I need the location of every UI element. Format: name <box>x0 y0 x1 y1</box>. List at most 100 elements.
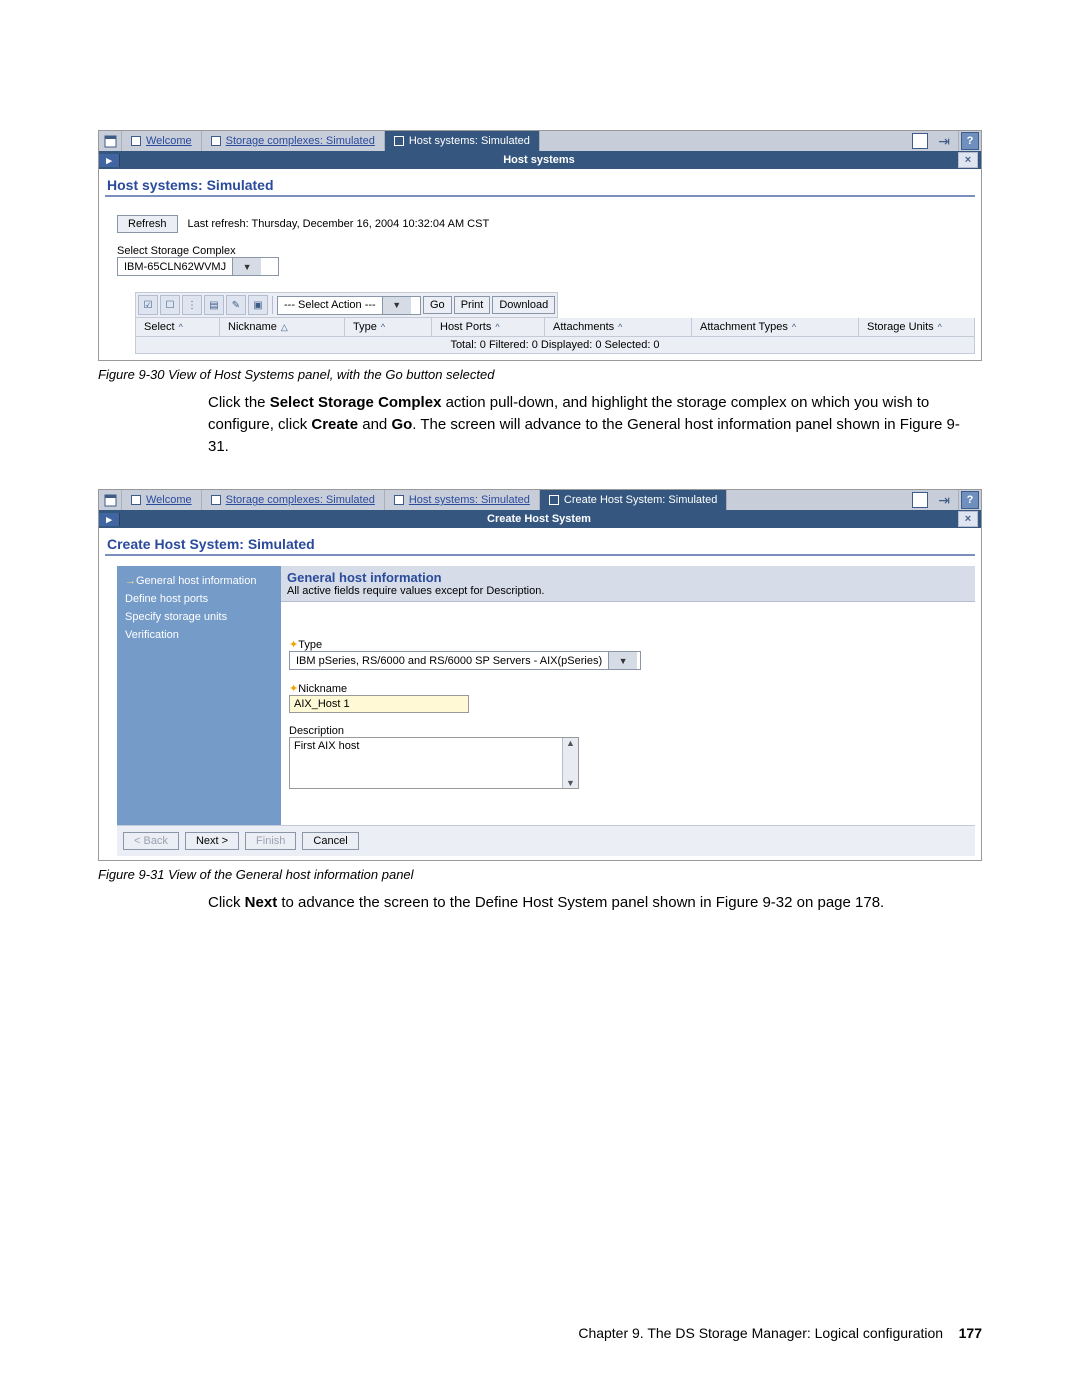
cancel-button[interactable]: Cancel <box>302 832 358 850</box>
settings-icon[interactable]: ▣ <box>248 295 268 315</box>
textarea-value: First AIX host <box>294 740 359 752</box>
step-define-host-ports[interactable]: Define host ports <box>125 590 273 608</box>
col-host-ports[interactable]: Host Ports^ <box>432 318 545 336</box>
col-attachment-types[interactable]: Attachment Types^ <box>692 318 859 336</box>
col-storage-units[interactable]: Storage Units^ <box>859 318 974 336</box>
deselect-all-icon[interactable]: ☐ <box>160 295 180 315</box>
finish-button[interactable]: Finish <box>245 832 296 850</box>
dropdown-value: --- Select Action --- <box>278 299 382 311</box>
sort-icon: ^ <box>618 322 622 332</box>
notepad-icon[interactable] <box>912 133 928 149</box>
square-icon <box>211 495 221 505</box>
col-type[interactable]: Type^ <box>345 318 432 336</box>
tab-label: Storage complexes: Simulated <box>226 494 375 506</box>
download-button[interactable]: Download <box>492 296 555 314</box>
tab-create-host-system[interactable]: Create Host System: Simulated <box>540 490 727 510</box>
col-nickname[interactable]: Nickname△ <box>220 318 345 336</box>
expand-rows-icon[interactable]: ⋮ <box>182 295 202 315</box>
table-header: Select^ Nickname△ Type^ Host Ports^ Atta… <box>135 318 975 337</box>
step-general-host-info[interactable]: General host information <box>125 572 273 590</box>
tab-storage-complexes[interactable]: Storage complexes: Simulated <box>202 131 385 151</box>
tab-label: Host systems: Simulated <box>409 135 530 147</box>
panel-header-bar: ▸ Host systems × <box>99 151 981 169</box>
exit-icon[interactable]: ⇥ <box>938 133 950 150</box>
sort-icon: ^ <box>179 322 183 332</box>
body-paragraph: Click the Select Storage Complex action … <box>208 392 968 457</box>
scrollbar[interactable]: ▲▼ <box>562 738 578 788</box>
tab-welcome[interactable]: Welcome <box>122 131 202 151</box>
nickname-label: Nickname <box>298 683 347 695</box>
square-icon <box>394 136 404 146</box>
help-button[interactable]: ? <box>961 132 979 150</box>
description-textarea[interactable]: First AIX host ▲▼ <box>289 737 579 789</box>
square-icon <box>131 136 141 146</box>
required-star-icon: ✦ <box>289 639 298 651</box>
page-number: 177 <box>959 1325 982 1341</box>
wizard-section-header: General host information All active fiel… <box>281 566 975 602</box>
figure-caption: Figure 9-30 View of Host Systems panel, … <box>98 367 982 382</box>
next-button[interactable]: Next > <box>185 832 239 850</box>
wizard-steps: General host information Define host por… <box>117 566 281 825</box>
print-button[interactable]: Print <box>454 296 491 314</box>
tab-host-systems[interactable]: Host systems: Simulated <box>385 490 540 510</box>
close-panel-button[interactable]: × <box>958 152 978 168</box>
figure-9-30: Welcome Storage complexes: Simulated Hos… <box>98 130 982 361</box>
help-button[interactable]: ? <box>961 491 979 509</box>
col-attachments[interactable]: Attachments^ <box>545 318 692 336</box>
step-specify-storage-units[interactable]: Specify storage units <box>125 608 273 626</box>
select-storage-complex-label: Select Storage Complex <box>117 245 975 257</box>
step-verification[interactable]: Verification <box>125 626 273 644</box>
exit-icon[interactable]: ⇥ <box>938 492 950 509</box>
type-label: Type <box>298 639 322 651</box>
go-button[interactable]: Go <box>423 296 452 314</box>
sort-icon: ^ <box>792 322 796 332</box>
body-paragraph: Click Next to advance the screen to the … <box>208 892 968 914</box>
chevron-down-icon: ▼ <box>382 297 411 314</box>
tab-label: Welcome <box>146 494 192 506</box>
last-refresh-text: Last refresh: Thursday, December 16, 200… <box>188 218 490 230</box>
nickname-input[interactable] <box>289 695 469 713</box>
panel-title: Create Host System: Simulated <box>105 532 975 556</box>
scroll-down-icon: ▼ <box>566 778 575 788</box>
tab-bar: Welcome Storage complexes: Simulated Hos… <box>99 490 981 510</box>
square-icon <box>131 495 141 505</box>
sort-icon: ^ <box>938 322 942 332</box>
filter-icon[interactable]: ▤ <box>204 295 224 315</box>
figure-caption: Figure 9-31 View of the General host inf… <box>98 867 982 882</box>
storage-complex-dropdown[interactable]: IBM-65CLN62WVMJ ▼ <box>117 257 279 276</box>
scroll-up-icon: ▲ <box>566 738 575 748</box>
notepad-icon[interactable] <box>912 492 928 508</box>
tab-label: Welcome <box>146 135 192 147</box>
type-dropdown[interactable]: IBM pSeries, RS/6000 and RS/6000 SP Serv… <box>289 651 641 670</box>
action-dropdown[interactable]: --- Select Action --- ▼ <box>277 296 421 315</box>
section-subtitle: All active fields require values except … <box>287 585 969 597</box>
refresh-button[interactable]: Refresh <box>117 215 178 233</box>
col-select[interactable]: Select^ <box>136 318 220 336</box>
panel-header-bar: ▸ Create Host System × <box>99 510 981 528</box>
back-button[interactable]: < Back <box>123 832 179 850</box>
square-icon <box>211 136 221 146</box>
chevron-down-icon: ▼ <box>232 258 261 275</box>
wizard-buttons: < Back Next > Finish Cancel <box>117 825 975 856</box>
window-menu-icon[interactable] <box>99 490 122 510</box>
expand-icon[interactable]: ▸ <box>99 513 120 526</box>
tab-welcome[interactable]: Welcome <box>122 490 202 510</box>
panel-header-title: Host systems <box>120 154 958 166</box>
sort-icon: ^ <box>381 322 385 332</box>
table-status: Total: 0 Filtered: 0 Displayed: 0 Select… <box>135 337 975 354</box>
page-footer: Chapter 9. The DS Storage Manager: Logic… <box>0 1325 1080 1341</box>
tab-label: Create Host System: Simulated <box>564 494 717 506</box>
section-title: General host information <box>287 570 969 585</box>
panel-header-title: Create Host System <box>120 513 958 525</box>
tab-bar: Welcome Storage complexes: Simulated Hos… <box>99 131 981 151</box>
figure-9-31: Welcome Storage complexes: Simulated Hos… <box>98 489 982 861</box>
tab-host-systems[interactable]: Host systems: Simulated <box>385 131 540 151</box>
sort-icon: △ <box>281 322 288 333</box>
close-panel-button[interactable]: × <box>958 511 978 527</box>
select-all-icon[interactable]: ☑ <box>138 295 158 315</box>
dropdown-value: IBM-65CLN62WVMJ <box>118 261 232 273</box>
edit-icon[interactable]: ✎ <box>226 295 246 315</box>
window-menu-icon[interactable] <box>99 131 122 151</box>
tab-storage-complexes[interactable]: Storage complexes: Simulated <box>202 490 385 510</box>
expand-icon[interactable]: ▸ <box>99 154 120 167</box>
